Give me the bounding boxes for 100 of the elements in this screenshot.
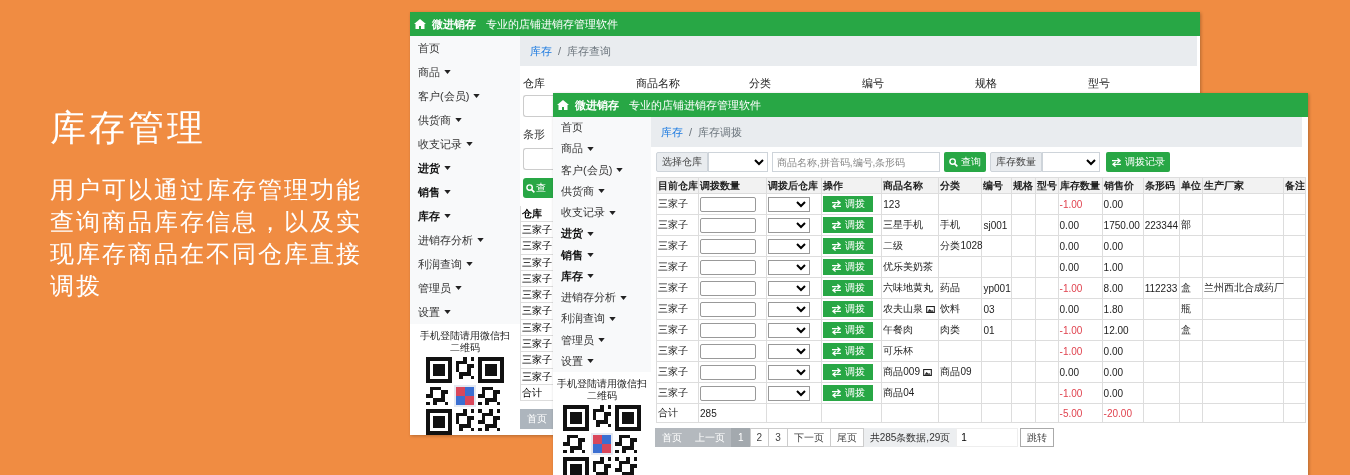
table-cell: 手机 <box>940 219 961 230</box>
caret-icon <box>620 295 627 300</box>
table-cell: 药品 <box>940 282 961 293</box>
quantity-field[interactable] <box>700 259 757 275</box>
sidebar-item[interactable]: 商品 <box>553 138 651 160</box>
sidebar-item[interactable]: 库存 <box>553 265 651 287</box>
column-header: 规格 <box>1012 177 1035 194</box>
table-cell: 1.80 <box>1103 303 1124 315</box>
sidebar-item[interactable]: 供货商 <box>410 108 520 132</box>
column-header: 操作 <box>821 177 882 194</box>
sidebar-item[interactable]: 客户(会员) <box>553 159 651 181</box>
go-button[interactable]: 跳转 <box>1020 428 1055 447</box>
sidebar-item[interactable]: 设置 <box>410 300 520 324</box>
sidebar-item[interactable]: 进销存分析 <box>410 228 520 252</box>
target-warehouse-dropdown[interactable] <box>768 364 811 380</box>
target-warehouse-dropdown[interactable] <box>768 301 811 317</box>
sidebar-item[interactable]: 管理员 <box>553 329 651 351</box>
table-cell: 三家子 <box>656 298 699 320</box>
table-cell: 二级 <box>883 240 904 251</box>
sidebar-item[interactable]: 管理员 <box>410 276 520 300</box>
sidebar-item[interactable]: 销售 <box>410 180 520 204</box>
caret-icon <box>587 253 594 258</box>
column-header: 型号 <box>1035 177 1059 194</box>
column-header: 销售价 <box>1102 177 1144 194</box>
filter-label: 分类 <box>749 76 772 91</box>
target-warehouse-dropdown[interactable] <box>768 343 811 359</box>
sidebar-item[interactable]: 利润查询 <box>410 252 520 276</box>
target-warehouse-dropdown[interactable] <box>768 217 811 233</box>
target-warehouse-dropdown[interactable] <box>768 322 811 338</box>
breadcrumb-link[interactable]: 库存 <box>661 124 683 140</box>
sidebar-item[interactable]: 进货 <box>553 223 651 245</box>
search-field[interactable]: 商品名称,拼音码,编号,条形码 <box>772 152 940 172</box>
table-cell: 肉类 <box>940 324 961 335</box>
table-cell: 商品009 <box>883 365 920 379</box>
sidebar-item[interactable]: 销售 <box>553 244 651 266</box>
caret-icon <box>444 214 451 218</box>
quantity-field[interactable] <box>700 385 757 401</box>
target-warehouse-dropdown[interactable] <box>768 238 811 254</box>
table-cell: -1.00 <box>1059 387 1083 399</box>
swap-arrows-icon <box>831 283 843 293</box>
column-header: 条形码 <box>1143 177 1180 194</box>
target-warehouse-dropdown[interactable] <box>768 385 811 401</box>
stock-quantity-dropdown[interactable] <box>1042 152 1100 172</box>
warehouse-label: 选择仓库 <box>656 152 708 172</box>
column-header: 库存数量 <box>1058 177 1103 194</box>
sidebar-item[interactable]: 商品 <box>410 60 520 84</box>
warehouse-dropdown[interactable] <box>708 152 768 172</box>
table-cell: 三家子 <box>656 214 699 236</box>
table-cell: 午餐肉 <box>883 324 914 335</box>
column-header: 商品名称 <box>881 177 939 194</box>
table-cell: 8.00 <box>1103 282 1124 294</box>
pagination-button[interactable]: 3 <box>768 428 788 447</box>
breadcrumb-link[interactable]: 库存 <box>530 43 552 59</box>
table-cell: -5.00 <box>1059 407 1083 419</box>
swap-arrows-icon <box>831 220 843 230</box>
quantity-field[interactable] <box>700 196 757 212</box>
swap-arrows-icon <box>831 325 843 335</box>
pagination-info: 共285条数据,29页 <box>863 428 957 447</box>
quantity-field[interactable] <box>700 343 757 359</box>
pagination-button[interactable]: 下一页 <box>786 428 831 447</box>
table-cell: 03 <box>983 303 995 315</box>
table-cell: 农夫山泉 <box>883 302 924 316</box>
target-warehouse-dropdown[interactable] <box>768 280 811 296</box>
sidebar-item[interactable]: 设置 <box>553 350 651 372</box>
page-number-field[interactable]: 1 <box>956 428 1019 447</box>
qr-caption: 手机登陆请用微信扫二维码 <box>556 378 648 402</box>
table-cell: 12.00 <box>1103 324 1129 336</box>
stock-quantity-label: 库存数量 <box>990 152 1042 172</box>
sidebar-item[interactable]: 收支记录 <box>410 132 520 156</box>
table-cell: 分类1028 <box>940 240 983 251</box>
table-cell: 商品09 <box>940 366 972 377</box>
sidebar-item[interactable]: 客户(会员) <box>410 84 520 108</box>
caret-icon <box>444 190 451 194</box>
column-header: 分类 <box>938 177 982 194</box>
quantity-field[interactable] <box>700 217 757 233</box>
swap-arrows-icon <box>1111 157 1122 167</box>
quantity-field[interactable] <box>700 364 757 380</box>
table-cell: 0.00 <box>1059 240 1079 252</box>
quantity-field[interactable] <box>700 301 757 317</box>
target-warehouse-dropdown[interactable] <box>768 259 811 275</box>
filter-label: 商品名称 <box>636 76 681 91</box>
caret-icon <box>455 286 462 290</box>
sidebar-item[interactable]: 首页 <box>553 117 651 139</box>
sidebar-item[interactable]: 收支记录 <box>553 202 651 224</box>
table-cell: 0.00 <box>1103 198 1124 210</box>
target-warehouse-dropdown[interactable] <box>768 196 811 212</box>
sidebar-item[interactable]: 利润查询 <box>553 308 651 330</box>
sidebar-item[interactable]: 供货商 <box>553 180 651 202</box>
caret-icon <box>444 70 451 74</box>
sidebar-item[interactable]: 进货 <box>410 156 520 180</box>
quantity-field[interactable] <box>700 238 757 254</box>
image-icon[interactable] <box>926 305 936 313</box>
sidebar-item[interactable]: 进销存分析 <box>553 287 651 309</box>
pagination-button[interactable]: 尾页 <box>829 428 864 447</box>
sidebar-item[interactable]: 库存 <box>410 204 520 228</box>
sidebar-item[interactable]: 首页 <box>410 36 520 60</box>
quantity-field[interactable] <box>700 322 757 338</box>
table-cell: 商品04 <box>883 387 915 398</box>
quantity-field[interactable] <box>700 280 757 296</box>
image-icon[interactable] <box>923 368 932 376</box>
